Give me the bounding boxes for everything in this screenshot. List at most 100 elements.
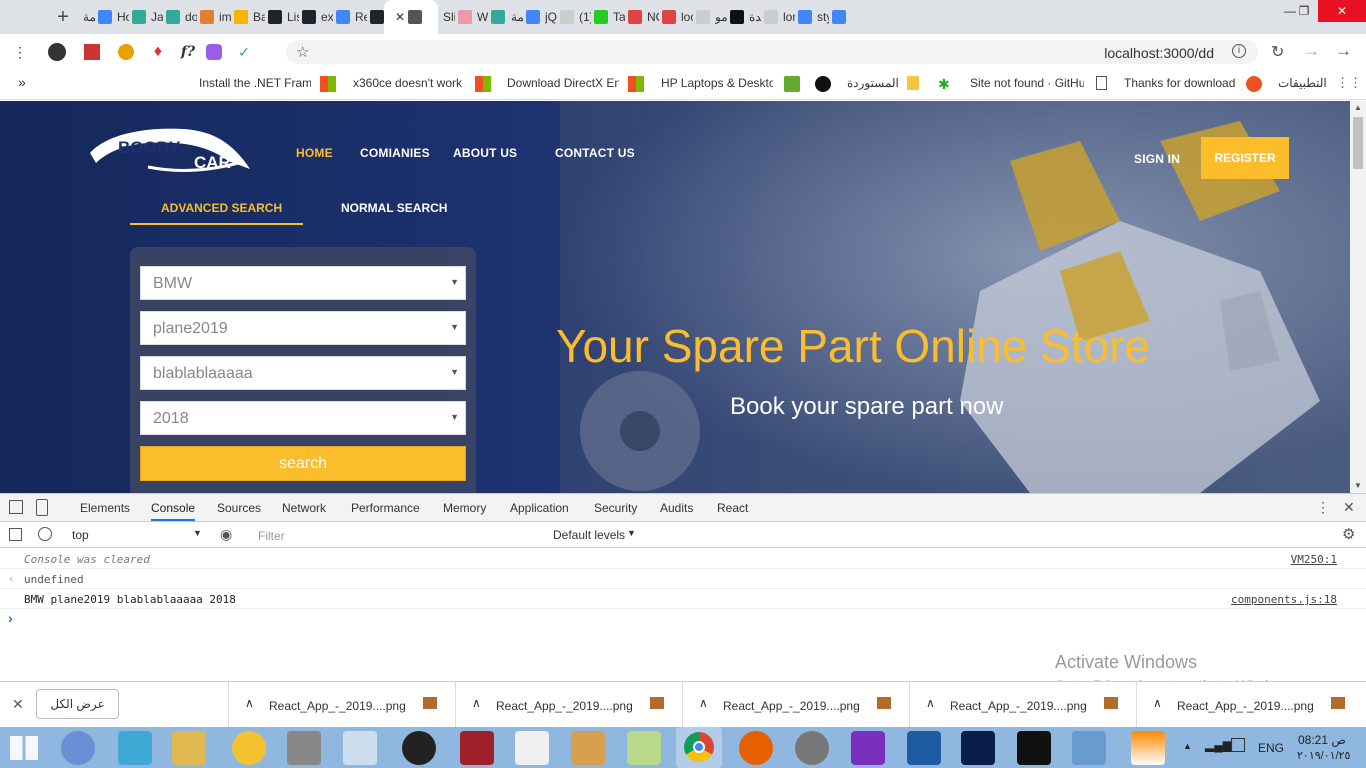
download-item[interactable]: ∧ React_App_-_2019....png <box>1136 682 1358 728</box>
browser-tab[interactable]: Sli <box>438 0 472 34</box>
devtools-tab-network[interactable]: Network <box>282 501 326 515</box>
forward-icon[interactable]: → <box>1335 41 1352 61</box>
tab-active[interactable]: ✕ <box>384 0 438 34</box>
close-devtools-icon[interactable]: ✕ <box>1343 499 1355 516</box>
browser-tab[interactable]: مو <box>710 0 744 34</box>
console-filter-input[interactable]: Filter <box>258 529 285 543</box>
browser-tab[interactable]: im <box>214 0 248 34</box>
browser-tab[interactable]: ترجمة <box>78 0 112 34</box>
app-icon[interactable] <box>1072 731 1106 765</box>
browser-tab[interactable]: sty <box>812 0 846 34</box>
browser-tab[interactable]: Ho <box>112 0 146 34</box>
url-text[interactable]: localhost:3000/dd <box>1104 45 1214 61</box>
start-windows-icon[interactable] <box>10 736 38 760</box>
page-scrollbar[interactable]: ▲ ▼ <box>1350 101 1366 493</box>
bookmark-folder[interactable]: المستوردة <box>847 76 899 90</box>
apps-grid-icon[interactable]: ⋮⋮ <box>1336 75 1362 91</box>
bookmark-item[interactable]: Download DirectX En <box>507 76 619 90</box>
bookmark-item[interactable]: Install the .NET Frame <box>199 76 311 90</box>
sign-in-link[interactable]: SIGN IN <box>1134 152 1180 166</box>
close-window-icon[interactable]: ✕ <box>1318 0 1366 22</box>
browser-tab[interactable]: علامة تبويب جديدة <box>744 0 778 34</box>
log-levels-dropdown[interactable]: Default levels <box>553 528 625 542</box>
context-select[interactable]: top <box>72 528 89 542</box>
console-prompt[interactable]: › <box>8 610 13 626</box>
apps-bookmark[interactable]: التطبيقات <box>1278 76 1327 90</box>
scroll-up-icon[interactable]: ▲ <box>1354 103 1362 112</box>
devtools-tab-performance[interactable]: Performance <box>351 501 420 515</box>
extension-icon[interactable]: ♦ <box>148 42 168 62</box>
firefox-icon[interactable] <box>739 731 773 765</box>
browser-tab[interactable]: Lis <box>282 0 316 34</box>
app-icon[interactable] <box>232 731 266 765</box>
bookmark-item[interactable]: x360ce doesn't work <box>353 76 463 90</box>
extension-icon[interactable]: ✓ <box>234 42 254 62</box>
site-logo[interactable]: BOODY CAR <box>88 123 252 179</box>
browser-tab[interactable]: do <box>180 0 214 34</box>
bookmark-item[interactable]: Thanks for download <box>1124 76 1236 90</box>
app-icon[interactable] <box>627 731 661 765</box>
sidebar-toggle-icon[interactable] <box>9 528 22 541</box>
download-item[interactable]: ∧ React_App_-_2019....png <box>455 682 677 728</box>
formula-extension-icon[interactable]: f? <box>178 42 198 62</box>
extension-icon[interactable] <box>48 43 66 61</box>
extension-icon[interactable] <box>206 44 222 60</box>
browser-tab[interactable]: loc <box>676 0 710 34</box>
app-icon[interactable] <box>460 731 494 765</box>
scrollbar-thumb[interactable] <box>1353 117 1363 169</box>
bookmark-item[interactable]: HP Laptops & Deskto <box>661 76 773 90</box>
new-tab-button[interactable]: + <box>48 0 78 34</box>
browser-tab[interactable]: W <box>472 0 506 34</box>
close-tab-icon[interactable]: ✕ <box>395 10 405 24</box>
menu-icon[interactable]: ⋮ <box>10 42 30 62</box>
clear-console-icon[interactable] <box>38 527 52 541</box>
show-all-button[interactable]: عرض الكل <box>36 689 119 719</box>
clock-date[interactable]: ٢٠١٩/٠١/٢٥ <box>1297 749 1350 762</box>
app-icon[interactable] <box>515 731 549 765</box>
source-link[interactable]: components.js:18 <box>1231 593 1337 606</box>
file-explorer-icon[interactable] <box>172 731 206 765</box>
extension-icon[interactable] <box>118 44 134 60</box>
close-downloads-icon[interactable]: ✕ <box>12 696 24 713</box>
browser-tab[interactable]: Ba <box>248 0 282 34</box>
tab-normal-search[interactable]: NORMAL SEARCH <box>341 201 447 215</box>
calculator-icon[interactable] <box>343 731 377 765</box>
device-toolbar-icon[interactable] <box>36 499 48 516</box>
download-options-chevron-icon[interactable]: ∧ <box>245 696 254 710</box>
browser-tab[interactable]: (1) <box>574 0 608 34</box>
part-select[interactable]: blablablaaaaa ▼ <box>140 356 466 390</box>
download-item[interactable]: ∧ React_App_-_2019....png <box>228 682 450 728</box>
devtools-tab-console[interactable]: Console <box>151 501 196 521</box>
app-icon[interactable] <box>907 731 941 765</box>
live-expression-eye-icon[interactable]: ◉ <box>220 526 232 543</box>
browser-tab[interactable]: Re <box>350 0 384 34</box>
devtools-tab-security[interactable]: Security <box>594 501 637 515</box>
bookmarks-more-icon[interactable]: » <box>18 74 26 90</box>
language-indicator[interactable]: ENG <box>1258 741 1284 755</box>
tray-expand-icon[interactable]: ▲ <box>1183 741 1192 751</box>
model-select[interactable]: plane2019 ▼ <box>140 311 466 345</box>
year-select[interactable]: 2018 ▼ <box>140 401 466 435</box>
bookmark-star-icon[interactable]: ☆ <box>296 43 309 61</box>
address-bar[interactable]: ☆ localhost:3000/dd i <box>286 40 1258 64</box>
browser-tab[interactable]: lon <box>778 0 812 34</box>
browser-tab[interactable]: NC <box>642 0 676 34</box>
settings-gear-icon[interactable]: ⚙ <box>1342 525 1355 543</box>
scroll-down-icon[interactable]: ▼ <box>1354 481 1362 490</box>
back-icon[interactable]: → <box>1303 41 1320 61</box>
search-button[interactable]: search <box>140 446 466 481</box>
tab-advanced-search[interactable]: ADVANCED SEARCH <box>161 201 282 215</box>
battery-icon[interactable] <box>1231 738 1245 752</box>
download-item[interactable]: ∧ React_App_-_2019....png <box>909 682 1131 728</box>
opera-icon[interactable] <box>795 731 829 765</box>
download-options-chevron-icon[interactable]: ∧ <box>699 696 708 710</box>
nav-home[interactable]: HOME <box>296 146 333 160</box>
app-icon[interactable] <box>571 731 605 765</box>
browser-tab[interactable]: Ta <box>608 0 642 34</box>
vlc-icon[interactable] <box>1131 731 1165 765</box>
devtools-tab-sources[interactable]: Sources <box>217 501 261 515</box>
download-options-chevron-icon[interactable]: ∧ <box>926 696 935 710</box>
download-options-chevron-icon[interactable]: ∧ <box>472 696 481 710</box>
app-icon[interactable] <box>851 731 885 765</box>
devtools-tab-elements[interactable]: Elements <box>80 501 130 515</box>
